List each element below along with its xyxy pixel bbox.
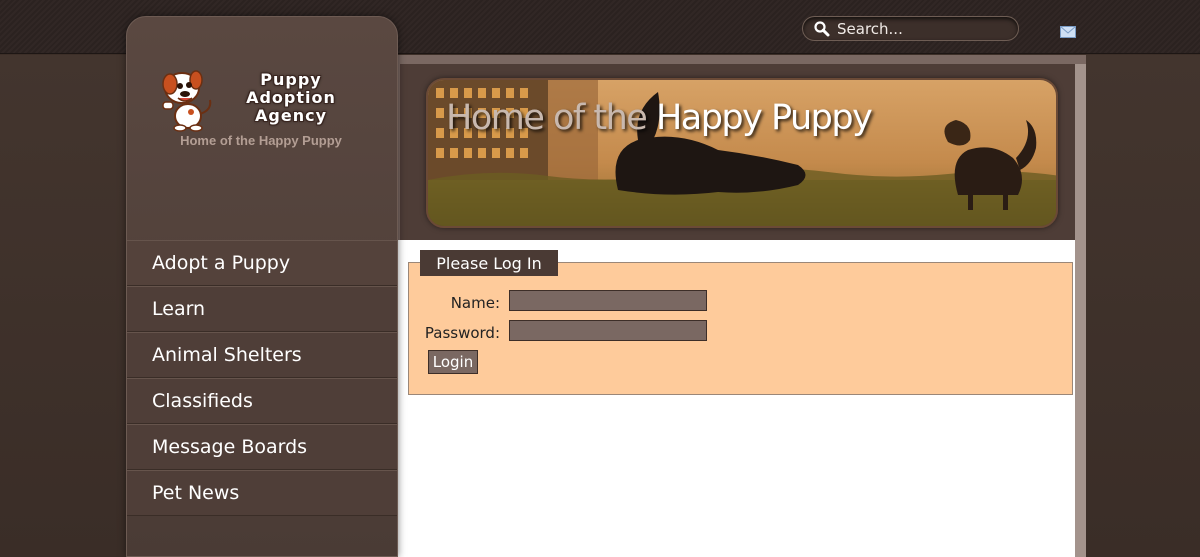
nav-item-animal-shelters[interactable]: Animal Shelters [127,332,397,378]
banner-title-part-1: Home of the [446,98,648,138]
name-input[interactable] [509,290,707,311]
puppy-logo-icon [162,70,212,132]
login-button[interactable]: Login [428,350,478,374]
nav-item-adopt-a-puppy[interactable]: Adopt a Puppy [127,240,397,286]
site-tagline: Home of the Happy Puppy [180,133,342,148]
search-icon [814,20,830,36]
site-logo[interactable]: Puppy Adoption Agency [158,66,358,136]
banner-title-part-2: Happy Puppy [655,98,873,138]
logo-line-1: Puppy [260,70,322,89]
search-box[interactable] [802,16,1019,41]
login-form [408,262,1073,395]
nav-item-learn[interactable]: Learn [127,286,397,332]
nav-item-pet-news[interactable]: Pet News [127,470,397,516]
password-input[interactable] [509,320,707,341]
logo-line-2: Adoption [246,88,336,107]
logo-text: Puppy Adoption Agency [236,71,346,125]
logo-line-3: Agency [255,106,327,125]
password-label: Password: [424,324,500,342]
nav-item-message-boards[interactable]: Message Boards [127,424,397,470]
name-label: Name: [450,294,500,312]
banner-title: Home of the Happy Puppy [446,98,873,138]
login-legend: Please Log In [420,250,558,276]
nav-item-classifieds[interactable]: Classifieds [127,378,397,424]
search-input[interactable] [837,19,1007,38]
frame-edge [1075,64,1086,557]
mail-icon[interactable] [1060,26,1076,38]
main-nav: Adopt a Puppy Learn Animal Shelters Clas… [127,240,397,516]
